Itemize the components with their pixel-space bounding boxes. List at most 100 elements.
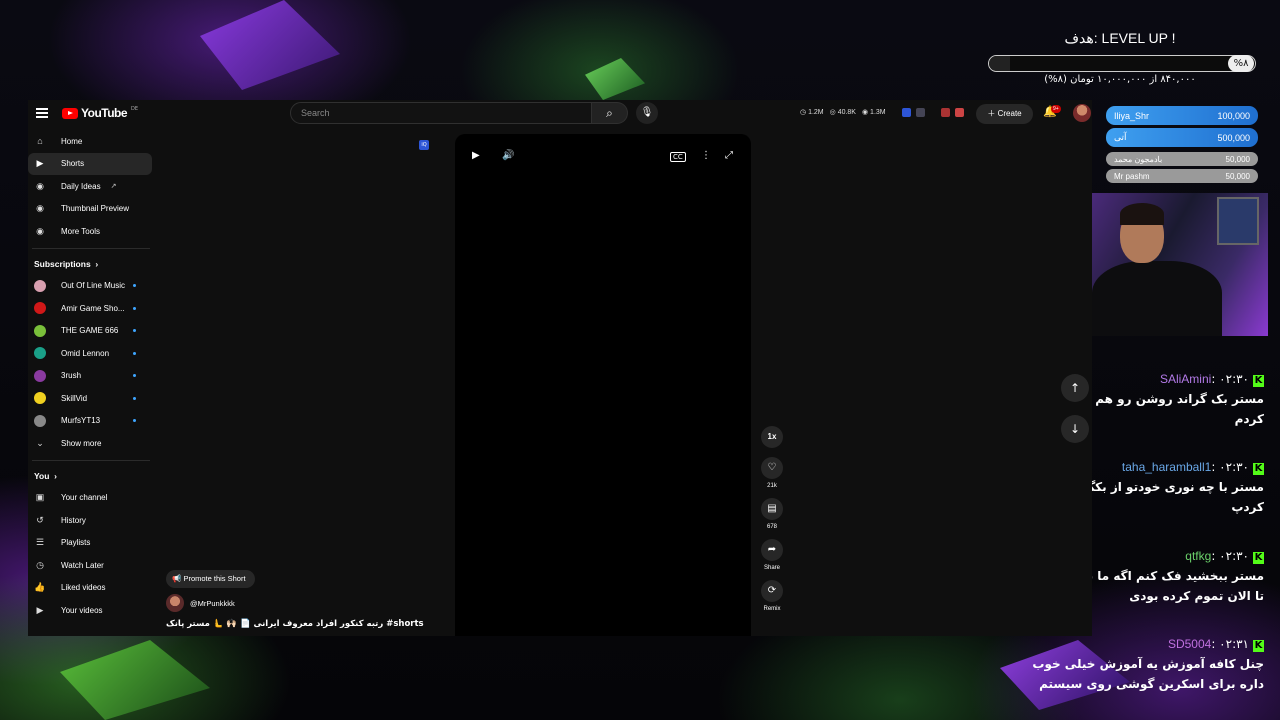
chat-text: مستر ببخشید فک کنم اگه ما نب xyxy=(1075,569,1264,583)
donor-row: بادمجون محمد 50,000 xyxy=(1106,152,1258,166)
comments-button[interactable]: ▤ xyxy=(761,498,783,520)
sidebar-item-your-channel[interactable]: ▣ Your channel xyxy=(28,487,152,510)
divider xyxy=(32,247,150,249)
share-icon: ➦ xyxy=(767,544,777,555)
captions-icon[interactable]: CC xyxy=(670,152,686,162)
sidebar-item-label: Daily Ideas xyxy=(61,181,101,191)
more-options-icon[interactable]: ⋮ xyxy=(701,150,711,161)
remix-label: Remix xyxy=(763,606,781,612)
stat-value: 1.3M xyxy=(870,109,886,116)
search-button[interactable]: ⌕ xyxy=(592,102,628,124)
sidebar-item-home[interactable]: ⌂ Home xyxy=(28,130,152,153)
remix-button[interactable]: ⟳ xyxy=(761,580,783,602)
subscription-item[interactable]: MurfsYT13 xyxy=(28,410,152,433)
subscription-item[interactable]: Out Of Line Music xyxy=(28,275,152,298)
promote-short-button[interactable]: 📢 Promote this Short xyxy=(166,570,255,588)
goal-title: هدف: LEVEL UP ! xyxy=(1064,30,1176,46)
account-avatar[interactable] xyxy=(1073,104,1091,122)
goal-percent: %۸ xyxy=(1228,55,1254,72)
share-button[interactable]: ➦ xyxy=(761,539,783,561)
chat-username: SD5004 xyxy=(1167,637,1212,651)
chat-text: کردپ xyxy=(1231,500,1264,514)
sidebar-item-label: Watch Later xyxy=(61,560,104,570)
webcam-feed xyxy=(1092,193,1268,336)
previous-short-button[interactable]: ↑ xyxy=(1061,374,1089,402)
chevron-right-icon: › xyxy=(95,258,99,269)
subscription-item[interactable]: THE GAME 666 xyxy=(28,320,152,343)
sidebar-item-label: Your channel xyxy=(61,493,108,503)
subscription-item[interactable]: Omid Lennon xyxy=(28,342,152,365)
sidebar-item-label: More Tools xyxy=(61,226,100,236)
sidebar-item-daily-ideas[interactable]: ◉ Daily Ideas ↗ xyxy=(28,175,152,198)
sidebar-item-label: Shorts xyxy=(61,159,85,169)
volume-icon[interactable]: 🔊 xyxy=(502,150,514,161)
list-icon[interactable] xyxy=(916,108,925,117)
tag-icon[interactable] xyxy=(941,108,950,117)
new-content-dot xyxy=(133,419,136,423)
sidebar-item-shorts[interactable]: ▶ Shorts xyxy=(28,152,152,175)
sidebar-item-watch-later[interactable]: ◷ Watch Later xyxy=(28,554,152,577)
shorts-player[interactable]: ▶ 🔊 CC ⋮ ⤢ xyxy=(455,134,751,636)
play-icon[interactable]: ▶ xyxy=(472,150,480,161)
donor-name: بادمجون محمد xyxy=(1114,154,1163,164)
channel-avatar xyxy=(34,369,46,382)
vidiq-badge-icon[interactable]: iQ xyxy=(419,140,429,150)
sidebar-item-your-videos[interactable]: ▶ Your videos xyxy=(28,599,152,622)
promote-label: Promote this Short xyxy=(183,574,246,583)
subscriptions-header[interactable]: Subscriptions › xyxy=(28,253,152,275)
chat-message: Ktaha_haramball1: ۰۲:۳۰ مستر با چه نوری … xyxy=(1080,460,1264,517)
chevron-down-icon: ⌄ xyxy=(36,437,44,448)
sidebar-item-thumbnail-preview[interactable]: ◉ Thumbnail Preview xyxy=(28,198,152,221)
chat-message: KSD5004: ۰۲:۳۱ چنل کافه آموزش یه آموزش خ… xyxy=(1032,637,1264,694)
sidebar-item-liked-videos[interactable]: 👍 Liked videos xyxy=(28,577,152,600)
subscription-item[interactable]: 3rush xyxy=(28,365,152,388)
short-channel[interactable]: @MrPunkkkk xyxy=(166,594,235,612)
youtube-logo[interactable]: YouTube DE xyxy=(62,106,138,120)
sidebar-item-label: History xyxy=(61,515,86,525)
playback-speed-button[interactable]: 1x xyxy=(761,426,783,448)
you-header[interactable]: You › xyxy=(28,465,152,487)
fullscreen-icon[interactable]: ⤢ xyxy=(725,150,733,161)
logo-text: YouTube xyxy=(81,106,128,120)
chat-time: ۰۲:۳۰ xyxy=(1219,549,1249,563)
search-input[interactable]: Search xyxy=(290,102,592,124)
subscription-item[interactable]: SkillVid xyxy=(28,387,152,410)
vidiq-icon[interactable] xyxy=(902,108,911,117)
donor-row: Mr pashm 50,000 xyxy=(1106,169,1258,183)
kick-badge-icon: K xyxy=(1253,640,1264,652)
channel-avatar xyxy=(166,594,184,612)
home-icon: ⌂ xyxy=(37,136,43,147)
sidebar-item-label: Show more xyxy=(61,438,102,448)
like-button[interactable]: ♡ xyxy=(761,457,783,479)
channel-avatar xyxy=(34,302,46,315)
comment-icon: ▤ xyxy=(767,503,777,514)
create-button[interactable]: ＋ Create xyxy=(976,104,1033,124)
subscription-item[interactable]: Amir Game Sho... xyxy=(28,297,152,320)
youtube-window: YouTube DE Search ⌕ 🎙 ◷ 1.2M ◎ 40.8K ◉ 1.… xyxy=(28,100,1092,636)
sidebar-item-label: Home xyxy=(61,136,83,146)
voice-search-button[interactable]: 🎙 xyxy=(636,102,658,124)
sidebar-item-more-tools[interactable]: ◉ More Tools xyxy=(28,220,152,243)
kick-badge-icon: K xyxy=(1253,463,1264,475)
show-more-button[interactable]: ⌄ Show more xyxy=(28,432,152,455)
masthead: YouTube DE Search ⌕ 🎙 ◷ 1.2M ◎ 40.8K ◉ 1.… xyxy=(28,100,1092,128)
chat-text: چنل کافه آموزش یه آموزش خیلی خوب xyxy=(1032,657,1264,671)
channel-icon: ▣ xyxy=(35,492,45,503)
shorts-actions: 1x ♡ 21k ▤ 678 ➦ Share ⟳ Remix xyxy=(759,426,785,621)
sidebar-item-playlists[interactable]: ☰ Playlists xyxy=(28,532,152,555)
new-content-dot xyxy=(133,284,136,288)
create-label: Create xyxy=(997,109,1022,118)
chat-username: SAliAmini xyxy=(1159,372,1212,386)
sidebar-item-label: MurfsYT13 xyxy=(61,416,101,426)
new-content-dot xyxy=(133,306,136,310)
sidebar-item-history[interactable]: ↺ History xyxy=(28,509,152,532)
sidebar-item-label: SkillVid xyxy=(61,393,88,403)
next-short-button[interactable]: ↓ xyxy=(1061,415,1089,443)
sidebar-item-label: Your videos xyxy=(61,605,103,615)
chevron-right-icon: › xyxy=(54,470,58,481)
alert-icon[interactable] xyxy=(955,108,964,117)
extension-icon: ◉ xyxy=(36,203,44,214)
menu-icon[interactable] xyxy=(36,108,48,118)
extension-icon: ◉ xyxy=(36,180,44,191)
chat-text: مستر با چه نوری خودتو از بکگر xyxy=(1080,480,1264,494)
